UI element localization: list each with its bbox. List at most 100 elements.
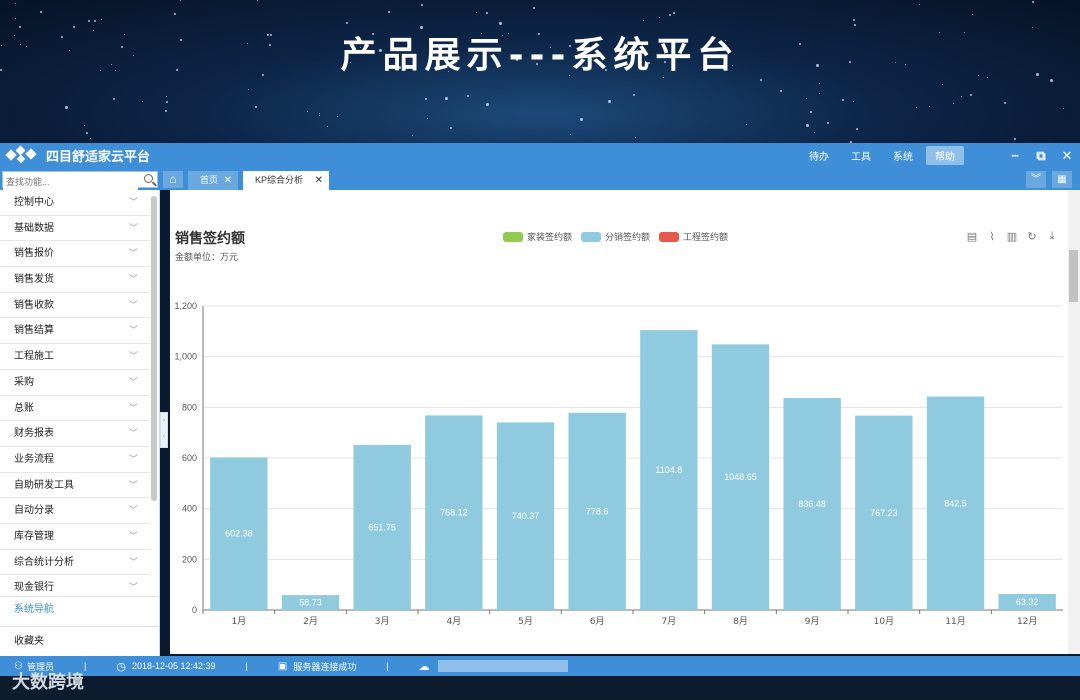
sidebar-item[interactable]: 销售收款 ﹀ (0, 293, 150, 319)
tab-row: ⌂ 首页 ✕ KP综合分析 ✕ ︾ ▦ (0, 168, 1080, 190)
star-dot (15, 3, 16, 4)
star-dot (570, 134, 571, 135)
sidebar-item[interactable]: 综合统计分析 ﹀ (0, 550, 150, 576)
search-icon[interactable] (144, 174, 153, 183)
legend-item-home-decoration[interactable]: 家装签约额 (503, 230, 572, 243)
star-dot (806, 124, 809, 127)
search-box (2, 171, 158, 190)
star-dot (65, 106, 68, 109)
bar-value-label: 767.23 (870, 508, 898, 518)
tab-kp-analysis[interactable]: KP综合分析 ✕ (243, 171, 329, 190)
favorites-button[interactable]: 收藏夹 (0, 626, 159, 656)
star-dot (673, 12, 675, 14)
star-dot (760, 79, 762, 81)
legend-swatch (581, 231, 602, 242)
line-chart-icon[interactable]: ⌇ (982, 230, 1002, 243)
star-dot (84, 125, 85, 126)
bar-value-label: 768.12 (440, 508, 468, 518)
search-input[interactable] (3, 174, 138, 190)
bar-value-label: 842.5 (944, 498, 967, 508)
star-dot (1050, 79, 1053, 82)
scrollbar-thumb[interactable] (1069, 250, 1078, 302)
star-dot (746, 124, 747, 125)
sidebar-item[interactable]: 业务流程 ﹀ (0, 447, 150, 473)
sidebar-item-label: 销售结算 (14, 325, 54, 337)
legend-swatch (659, 231, 680, 242)
grid-icon[interactable]: ▦ (1052, 171, 1072, 188)
sidebar-item-label: 销售发货 (14, 274, 54, 286)
x-tick-label: 4月 (446, 616, 461, 627)
sidebar-item[interactable]: 销售发货 ﹀ (0, 267, 150, 293)
chevron-down-icon: ﹀ (128, 325, 138, 336)
sidebar-item[interactable]: 总账 ﹀ (0, 396, 150, 422)
star-dot (307, 111, 308, 112)
sidebar-item[interactable]: 基础数据 ﹀ (0, 216, 150, 242)
main-panel: 0 200 400 600 800 1,000 1,200 602.38 1月 58.73 2月 65… (170, 190, 1068, 654)
tab-home[interactable]: 首页 ✕ (188, 171, 238, 190)
sidebar-item-label: 自助研发工具 (14, 479, 74, 491)
star-dot (337, 116, 338, 117)
star-dot (1004, 102, 1006, 104)
star-dot (319, 113, 320, 114)
app-logo-icon (4, 143, 44, 168)
menu-tools[interactable]: 工具 (842, 146, 880, 165)
x-tick-label: 1月 (231, 616, 246, 627)
menu-todo[interactable]: 待办 (800, 146, 838, 165)
home-icon[interactable]: ⌂ (163, 171, 183, 188)
star-dot (88, 20, 90, 22)
x-tick-label: 8月 (733, 616, 748, 627)
sidebar-collapse-handle[interactable]: › ‹ (160, 412, 168, 448)
refresh-icon[interactable]: ↻ (1022, 230, 1042, 243)
star-dot (633, 94, 635, 96)
legend-item-distribution[interactable]: 分销签约额 (581, 230, 650, 243)
sidebar-item[interactable]: 自动分录 ﹀ (0, 498, 150, 524)
close-tab-icon[interactable]: ✕ (315, 171, 323, 190)
data-view-icon[interactable]: ▤ (962, 230, 982, 243)
y-tick-label: 1,000 (174, 352, 197, 362)
star-dot (486, 12, 488, 14)
star-dot (916, 107, 917, 108)
star-dot (257, 0, 258, 1)
sidebar-item[interactable]: 销售报价 ﹀ (0, 241, 150, 268)
sidebar-item[interactable]: 采购 ﹀ (0, 370, 150, 396)
sidebar-item[interactable]: 财务报表 ﹀ (0, 421, 150, 447)
chevron-down-icon: ﹀ (128, 453, 138, 464)
sidebar-item-label: 总账 (14, 402, 34, 414)
bar-chart: 0 200 400 600 800 1,000 1,200 602.38 1月 58.73 2月 65… (174, 301, 1063, 627)
star-dot (819, 83, 820, 84)
double-chevron-down-icon[interactable]: ︾ (1026, 171, 1046, 188)
system-nav-button[interactable]: 系统导航 (0, 596, 159, 622)
menu-help[interactable]: 帮助 (926, 146, 964, 165)
menu-system[interactable]: 系统 (884, 146, 922, 165)
star-dot (248, 89, 249, 90)
minimize-icon[interactable]: − (1002, 148, 1028, 163)
sidebar-scrollbar[interactable] (151, 196, 157, 501)
legend-item-engineering[interactable]: 工程签约额 (659, 230, 728, 243)
main-scrollbar[interactable] (1068, 190, 1080, 654)
bottom-strip (0, 676, 1080, 700)
close-icon[interactable]: ✕ (1054, 148, 1080, 164)
bar-chart-icon[interactable]: ▥ (1002, 230, 1022, 243)
chevron-down-icon: ﹀ (128, 402, 138, 413)
sidebar-item[interactable]: 工程施工 ﹀ (0, 344, 150, 370)
sidebar-item[interactable]: 销售结算 ﹀ (0, 318, 150, 345)
legend-label: 家装签约额 (527, 232, 573, 242)
chevron-down-icon: ﹀ (128, 479, 138, 490)
star-dot (327, 126, 328, 127)
y-tick-label: 200 (182, 554, 197, 564)
close-tab-icon[interactable]: ✕ (224, 171, 232, 190)
download-icon[interactable]: ⤓ (1042, 230, 1062, 243)
sidebar-item[interactable]: 库存管理 ﹀ (0, 524, 150, 550)
bar-value-label: 836.48 (798, 499, 826, 509)
sidebar-item[interactable]: 自助研发工具 ﹀ (0, 473, 150, 499)
star-dot (608, 100, 611, 103)
restore-icon[interactable]: ⧉ (1028, 148, 1054, 164)
chevron-down-icon: ﹀ (128, 299, 138, 310)
bar-value-label: 63.32 (1016, 597, 1039, 607)
status-bar: ⚇ 管理员 | ◷ 2018-12-05 12:42:39 | ▣ 服务器连接成… (0, 656, 1080, 676)
star-dot (142, 101, 143, 102)
star-dot (853, 19, 855, 21)
bar-value-label: 651.75 (368, 522, 396, 532)
sidebar-item[interactable]: 控制中心 ﹀ (0, 190, 150, 216)
star-dot (180, 0, 181, 1)
